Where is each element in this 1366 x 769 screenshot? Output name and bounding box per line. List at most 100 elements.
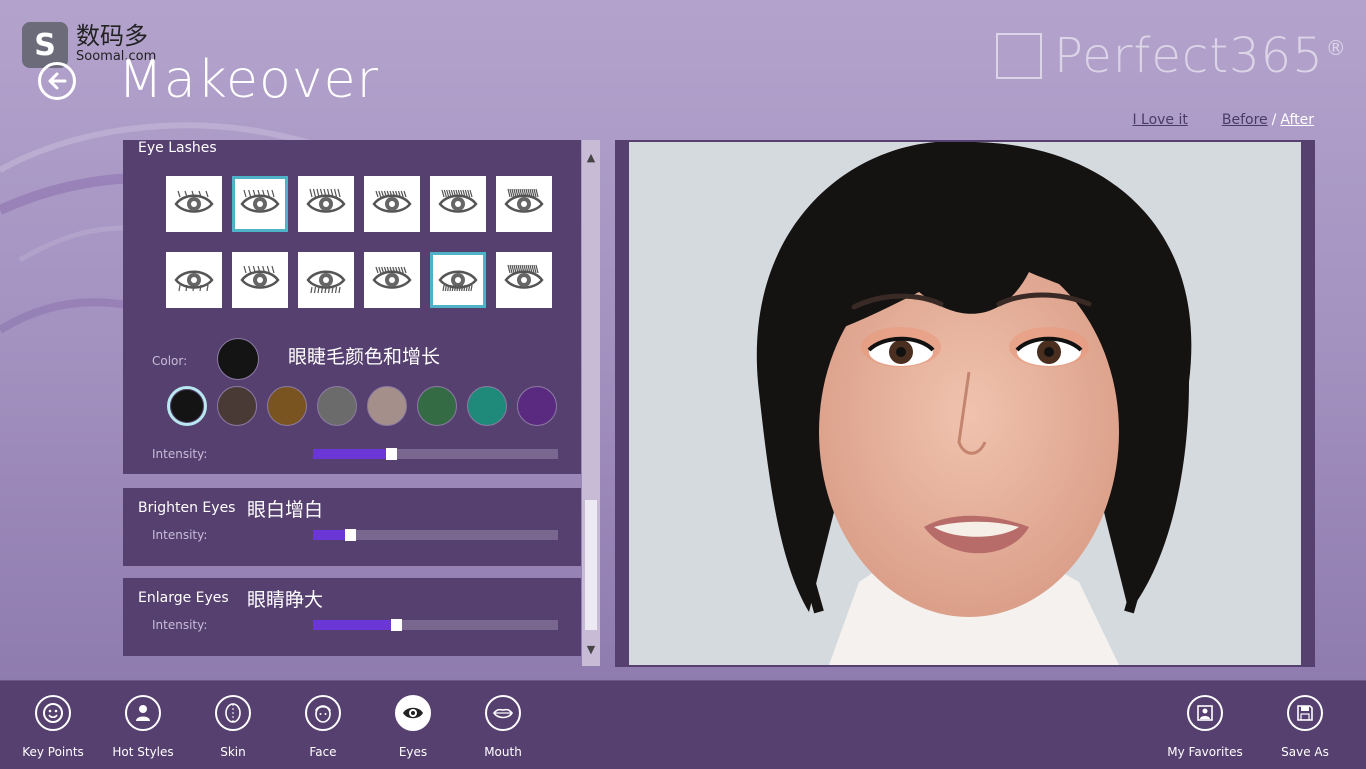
lash-style-12[interactable]: [496, 252, 552, 308]
brand-registered: ®: [1325, 36, 1346, 60]
smiley-icon: [35, 695, 71, 731]
brighten-eyes-panel: Brighten Eyes 眼白增白 Intensity:: [123, 488, 581, 566]
my-favorites-button[interactable]: My Favorites: [1160, 695, 1250, 759]
watermark-cn: 数码多: [76, 22, 148, 50]
mouth-label: Mouth: [484, 745, 522, 759]
portrait-illustration: [629, 142, 1301, 665]
lash-style-11[interactable]: [430, 252, 486, 308]
brighten-eyes-intensity-slider[interactable]: [313, 529, 558, 541]
panel-scrollbar[interactable]: ▲ ▼: [582, 140, 600, 666]
eye-lash-icon: [240, 265, 280, 289]
lash-style-6[interactable]: [496, 176, 552, 232]
lash-style-8[interactable]: [232, 252, 288, 308]
eyes-button[interactable]: Eyes: [368, 695, 458, 759]
lash-style-3[interactable]: [298, 176, 354, 232]
scroll-down-arrow-icon[interactable]: ▼: [582, 640, 600, 658]
page-title: Makeover: [118, 50, 379, 110]
lash-style-1[interactable]: [166, 176, 222, 232]
slider-thumb[interactable]: [344, 529, 356, 541]
face-outline-icon: [215, 695, 251, 731]
eye-lash-icon: [174, 190, 214, 213]
brighten-eyes-intensity-label: Intensity:: [152, 528, 208, 542]
lash-style-4[interactable]: [364, 176, 420, 232]
enlarge-eyes-panel: Enlarge Eyes 眼睛睁大 Intensity:: [123, 578, 581, 656]
scroll-thumb[interactable]: [585, 500, 597, 630]
current-color-swatch[interactable]: [217, 338, 259, 380]
lips-icon: [485, 695, 521, 731]
color-label: Color:: [152, 354, 188, 368]
eye-lash-icon: [504, 264, 544, 289]
eye-lash-icon: [174, 270, 214, 292]
bottom-app-bar: Key Points Hot Styles Skin Face Eyes Mou…: [0, 680, 1366, 769]
eyes-label: Eyes: [398, 745, 428, 759]
lash-style-5[interactable]: [430, 176, 486, 232]
brand-logo: Perfect365 ®: [996, 28, 1346, 84]
color-swatch-7[interactable]: [467, 386, 507, 426]
enlarge-eyes-annotation: 眼睛睁大: [247, 589, 324, 611]
face-label: Face: [309, 745, 337, 759]
color-swatch-4[interactable]: [317, 386, 357, 426]
color-swatches: [167, 386, 567, 426]
lash-style-grid: [166, 176, 552, 308]
slider-fill: [313, 449, 392, 459]
eye-lash-icon: [372, 190, 412, 213]
color-swatch-6[interactable]: [417, 386, 457, 426]
eye-lash-icon: [240, 189, 280, 213]
save-as-button[interactable]: Save As: [1260, 695, 1350, 759]
eye-lashes-intensity-label: Intensity:: [152, 447, 208, 461]
lash-style-7[interactable]: [166, 252, 222, 308]
color-swatch-2[interactable]: [217, 386, 257, 426]
lash-style-2[interactable]: [232, 176, 288, 232]
mouth-button[interactable]: Mouth: [458, 695, 548, 759]
eye-lash-icon: [504, 188, 544, 213]
brand-mark-icon: [996, 33, 1042, 79]
eye-lash-icon: [438, 270, 478, 292]
enlarge-eyes-title: Enlarge Eyes: [138, 590, 229, 606]
color-swatch-5[interactable]: [367, 386, 407, 426]
key-points-label: Key Points: [22, 745, 84, 759]
color-swatch-1[interactable]: [167, 386, 207, 426]
back-button[interactable]: [38, 62, 76, 100]
eye-lashes-panel: Eye Lashes Color: 眼睫毛颜色和增长 Intensity:: [123, 140, 581, 474]
slider-thumb[interactable]: [386, 448, 398, 460]
brighten-eyes-annotation: 眼白增白: [247, 499, 324, 521]
my-favorites-label: My Favorites: [1167, 745, 1243, 759]
color-swatch-8[interactable]: [517, 386, 557, 426]
slider-thumb[interactable]: [391, 619, 403, 631]
enlarge-eyes-intensity-slider[interactable]: [313, 619, 558, 631]
eye-lashes-title: Eye Lashes: [138, 140, 217, 156]
favorites-icon: [1187, 695, 1223, 731]
after-link[interactable]: After: [1280, 112, 1314, 128]
eye-lashes-annotation: 眼睫毛颜色和增长: [288, 346, 441, 368]
top-links: I Love it Before / After: [1132, 112, 1314, 128]
person-icon: [125, 695, 161, 731]
hot-styles-label: Hot Styles: [112, 745, 174, 759]
skin-label: Skin: [220, 745, 246, 759]
save-as-label: Save As: [1281, 745, 1329, 759]
before-after-separator: /: [1271, 112, 1277, 128]
scroll-up-arrow-icon[interactable]: ▲: [582, 148, 600, 166]
eye-lash-icon: [306, 270, 346, 294]
eye-icon: [395, 695, 431, 731]
color-swatch-3[interactable]: [267, 386, 307, 426]
slider-fill: [313, 620, 397, 630]
before-link[interactable]: Before: [1222, 112, 1268, 128]
face-button[interactable]: Face: [278, 695, 368, 759]
lash-style-10[interactable]: [364, 252, 420, 308]
i-love-it-link[interactable]: I Love it: [1132, 112, 1187, 128]
eye-lash-icon: [372, 266, 412, 289]
hot-styles-button[interactable]: Hot Styles: [98, 695, 188, 759]
eye-lash-icon: [306, 188, 346, 213]
eye-lashes-intensity-slider[interactable]: [313, 448, 558, 460]
enlarge-eyes-intensity-label: Intensity:: [152, 618, 208, 632]
save-icon: [1287, 695, 1323, 731]
skin-button[interactable]: Skin: [188, 695, 278, 759]
key-points-button[interactable]: Key Points: [8, 695, 98, 759]
eye-lash-icon: [438, 189, 478, 213]
face-icon: [305, 695, 341, 731]
brighten-eyes-title: Brighten Eyes: [138, 500, 236, 516]
lash-style-9[interactable]: [298, 252, 354, 308]
portrait-photo[interactable]: [629, 142, 1301, 665]
back-arrow-icon: [48, 72, 67, 90]
brand-name: Perfect365: [1054, 28, 1324, 84]
